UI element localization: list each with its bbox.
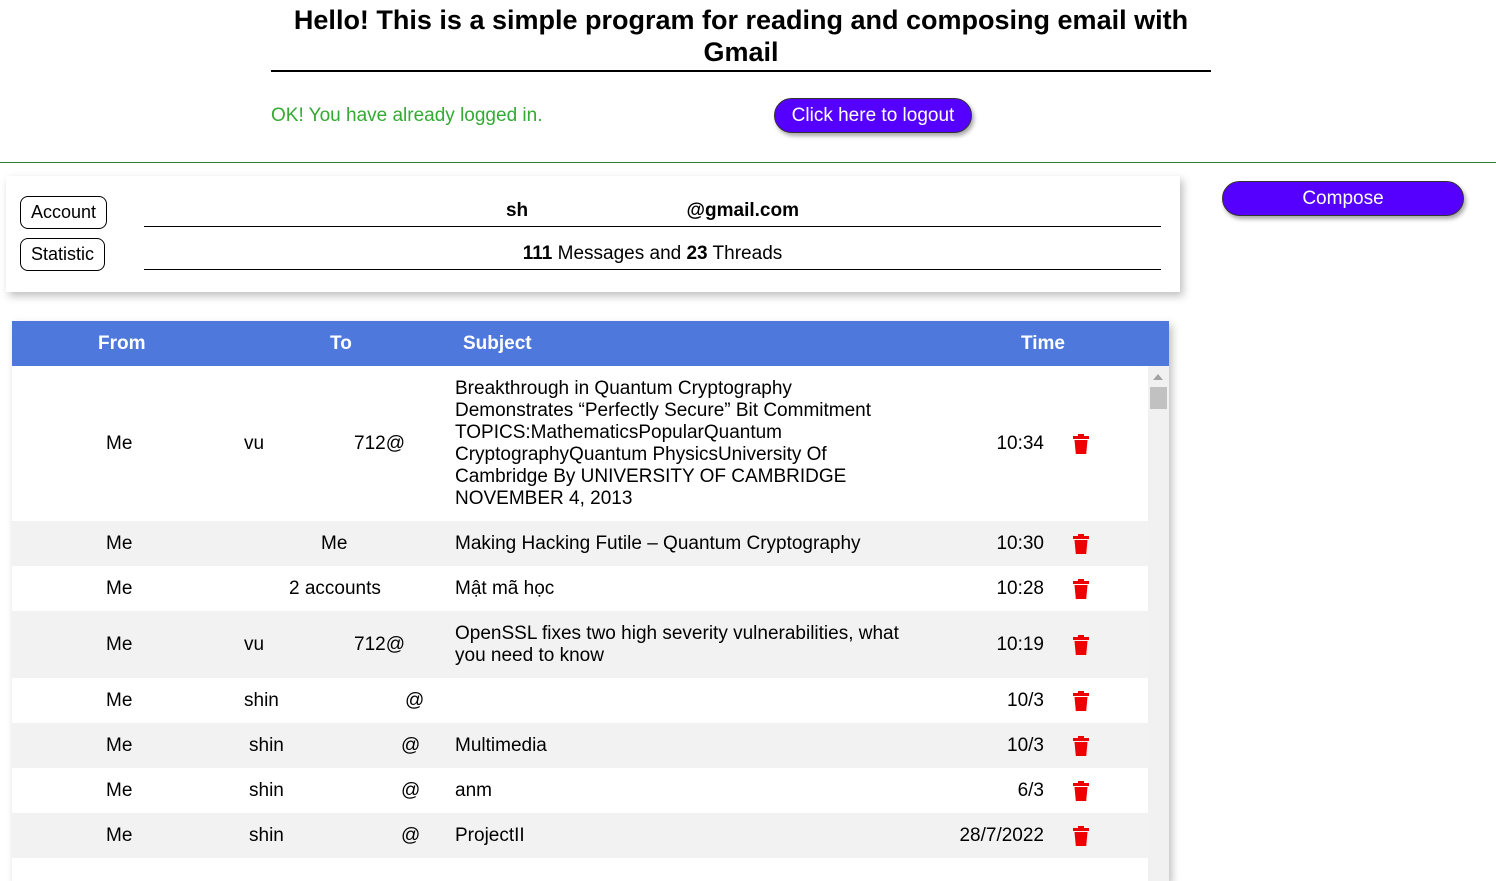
row-time: 10:34 xyxy=(996,432,1044,454)
row-to-address: @ xyxy=(401,779,421,801)
scroll-up-arrow-icon[interactable] xyxy=(1153,374,1163,380)
table-row[interactable]: Me shin @ 10/3 xyxy=(12,678,1148,723)
logout-button[interactable]: Click here to logout xyxy=(774,98,972,133)
column-header-to: To xyxy=(330,333,352,354)
table-row[interactable]: Me 2 accounts Mật mã học 10:28 xyxy=(12,566,1148,611)
column-header-subject: Subject xyxy=(463,333,532,354)
row-to-address: @ xyxy=(405,689,425,711)
row-to-name: vu xyxy=(244,432,265,454)
row-time: 10:28 xyxy=(996,577,1044,599)
account-email: sh @gmail.com xyxy=(144,196,1161,227)
row-to-address: 2 accounts xyxy=(289,577,381,599)
messages-text: Messages and xyxy=(552,243,687,264)
row-from: Me xyxy=(106,779,133,801)
row-to-name: shin xyxy=(244,689,279,711)
table-scrollbar[interactable] xyxy=(1148,366,1169,881)
row-to-address: 712@ xyxy=(354,432,405,454)
statistic-value: 111 Messages and 23 Threads xyxy=(144,239,1161,270)
messages-count: 111 xyxy=(522,243,553,264)
row-from: Me xyxy=(106,689,133,711)
statistic-label: Statistic xyxy=(20,238,106,271)
row-time: 10/3 xyxy=(1007,689,1044,711)
row-subject[interactable]: Multimedia xyxy=(455,735,900,757)
row-time: 28/7/2022 xyxy=(959,824,1044,846)
row-time: 10:30 xyxy=(996,532,1044,554)
trash-icon[interactable] xyxy=(1072,634,1090,655)
row-to-name: shin xyxy=(249,779,284,801)
row-from: Me xyxy=(106,577,133,599)
table-row[interactable]: Me Me Making Hacking Futile – Quantum Cr… xyxy=(12,521,1148,566)
table-row[interactable]: Me shin @ anm 6/3 xyxy=(12,768,1148,813)
row-subject[interactable]: Mật mã học xyxy=(455,578,900,600)
row-to-address: 712@ xyxy=(354,633,405,655)
trash-icon[interactable] xyxy=(1072,690,1090,711)
row-to-address: @ xyxy=(401,824,421,846)
table-row[interactable]: Me vu 712@ Breakthrough in Quantum Crypt… xyxy=(12,366,1148,521)
threads-count: 23 xyxy=(686,243,708,264)
login-status-text: OK! You have already logged in. xyxy=(271,105,543,126)
threads-text: Threads xyxy=(707,243,783,264)
table-row[interactable]: Me shin @ ProjectII 28/7/2022 xyxy=(12,813,1148,858)
section-divider xyxy=(0,162,1496,163)
mail-table: From To Subject Time Me vu 712@ Breakthr… xyxy=(12,321,1169,881)
trash-icon[interactable] xyxy=(1072,735,1090,756)
trash-icon[interactable] xyxy=(1072,825,1090,846)
row-from: Me xyxy=(106,532,133,554)
row-subject[interactable]: OpenSSL fixes two high severity vulnerab… xyxy=(455,623,900,667)
table-row[interactable]: Me vu 712@ OpenSSL fixes two high severi… xyxy=(12,611,1148,678)
trash-icon[interactable] xyxy=(1072,578,1090,599)
row-to-name: shin xyxy=(249,734,284,756)
column-header-from: From xyxy=(98,333,146,354)
row-to-name: shin xyxy=(249,824,284,846)
row-subject[interactable]: Making Hacking Futile – Quantum Cryptogr… xyxy=(455,533,900,555)
account-info-card: Account sh @gmail.com Statistic 111 Mess… xyxy=(6,176,1180,292)
table-row[interactable]: Me shin @ Multimedia 10/3 xyxy=(12,723,1148,768)
scroll-thumb[interactable] xyxy=(1150,387,1167,409)
account-label: Account xyxy=(20,196,108,229)
row-subject[interactable]: anm xyxy=(455,780,900,802)
row-time: 6/3 xyxy=(1017,779,1044,801)
compose-button[interactable]: Compose xyxy=(1222,181,1464,216)
trash-icon[interactable] xyxy=(1072,433,1090,454)
row-to-address: @ xyxy=(401,734,421,756)
row-subject[interactable]: Breakthrough in Quantum Cryptography Dem… xyxy=(455,378,900,510)
row-from: Me xyxy=(106,824,133,846)
row-to-name: vu xyxy=(244,633,265,655)
row-from: Me xyxy=(106,432,133,454)
table-body[interactable]: Me vu 712@ Breakthrough in Quantum Crypt… xyxy=(12,366,1148,881)
row-time: 10/3 xyxy=(1007,734,1044,756)
column-header-time: Time xyxy=(1021,333,1066,354)
row-time: 10:19 xyxy=(996,633,1044,655)
trash-icon[interactable] xyxy=(1072,533,1090,554)
trash-icon[interactable] xyxy=(1072,780,1090,801)
row-from: Me xyxy=(106,633,133,655)
row-to-address: Me xyxy=(321,532,348,554)
row-from: Me xyxy=(106,734,133,756)
row-subject[interactable]: ProjectII xyxy=(455,825,900,847)
table-header: From To Subject Time xyxy=(12,321,1169,366)
page-title: Hello! This is a simple program for read… xyxy=(271,4,1211,72)
